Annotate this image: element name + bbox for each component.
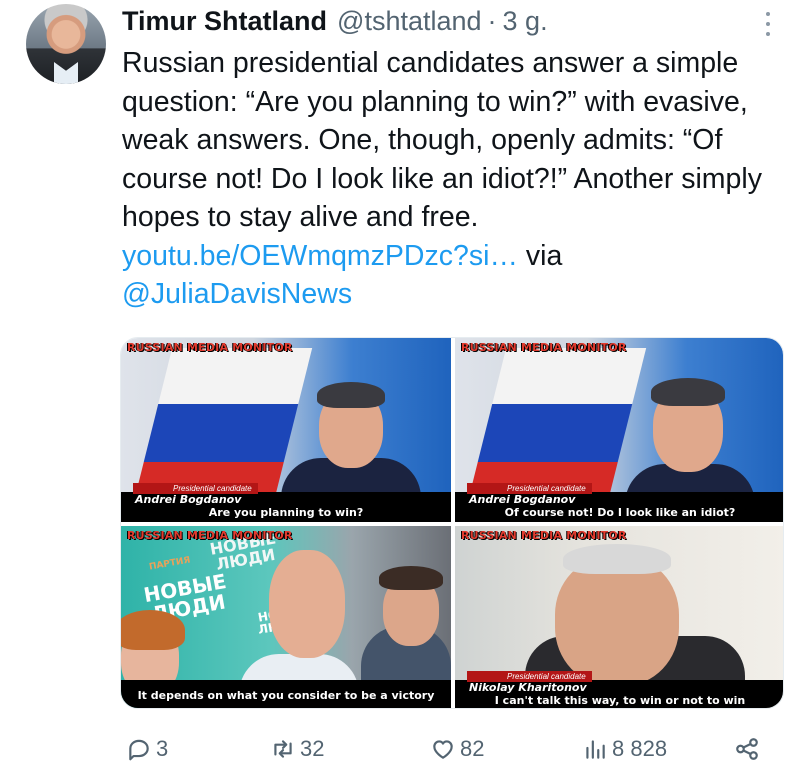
- via-text: via: [517, 239, 563, 272]
- party-sign-label-text: ПАРТИЯ: [148, 555, 192, 573]
- views-icon: [586, 740, 605, 759]
- watermark: RUSSIAN MEDIA MONITOR: [461, 341, 627, 354]
- watermark: RUSSIAN MEDIA MONITOR: [461, 529, 627, 542]
- bystander-hair: [379, 566, 443, 590]
- media-grid: RUSSIAN MEDIA MONITOR Presidential candi…: [120, 337, 784, 709]
- like-button[interactable]: 82: [430, 734, 484, 764]
- tweet-text: Russian presidential candidates answer a…: [122, 44, 782, 314]
- more-icon[interactable]: [758, 10, 778, 38]
- media-tile-2[interactable]: RUSSIAN MEDIA MONITOR Presidential candi…: [455, 338, 783, 522]
- mention-link[interactable]: @JuliaDavisNews: [122, 278, 352, 310]
- person-hair: [563, 544, 671, 574]
- author-handle[interactable]: @tshtatland: [337, 6, 482, 37]
- avatar-shirt: [54, 62, 78, 84]
- reply-button[interactable]: 3: [126, 734, 168, 764]
- woman-hair: [121, 610, 185, 650]
- person-face: [555, 556, 679, 686]
- video-subtitle: I can't talk this way, to win or not to …: [494, 694, 746, 707]
- views-count: 8 828: [612, 736, 668, 761]
- media-tile-4[interactable]: RUSSIAN MEDIA MONITOR Presidential candi…: [455, 526, 783, 708]
- candidate-name: Andrei Bogdanov: [469, 493, 576, 506]
- video-subtitle: It depends on what you consider to be a …: [137, 689, 435, 702]
- share-button[interactable]: [734, 734, 760, 764]
- media-tile-3[interactable]: НОВЫЕ ЛЮДИ ПАРТИЯ НОВЫЕ ЛЮДИ НО ЛЮ RUSSI…: [121, 526, 451, 708]
- repost-button[interactable]: 32: [270, 734, 324, 764]
- tweet-time[interactable]: 3 g.: [503, 6, 548, 37]
- person-hair: [651, 378, 725, 406]
- repost-count: 32: [300, 736, 325, 761]
- like-count: 82: [460, 736, 485, 761]
- author-name[interactable]: Timur Shtatland: [122, 6, 327, 37]
- watermark: RUSSIAN MEDIA MONITOR: [127, 341, 293, 354]
- reply-icon: [129, 739, 149, 761]
- repost-icon: [274, 740, 292, 758]
- youtube-link[interactable]: youtu.be/OEWmqmzPDzc?si…: [122, 240, 518, 272]
- reply-count: 3: [156, 736, 169, 761]
- candidate-name: Nikolay Kharitonov: [469, 681, 587, 694]
- media-tile-1[interactable]: RUSSIAN MEDIA MONITOR Presidential candi…: [121, 338, 451, 522]
- person-hair: [317, 382, 385, 408]
- views-button[interactable]: 8 828: [582, 734, 667, 764]
- party-sign-label: ПАРТИЯ: [148, 555, 192, 573]
- video-subtitle: Of course not! Do I look like an idiot?: [504, 506, 736, 519]
- like-icon: [433, 740, 453, 759]
- man-face: [269, 550, 345, 658]
- header-separator: ·: [487, 6, 497, 36]
- video-subtitle: Are you planning to win?: [208, 506, 364, 519]
- watermark: RUSSIAN MEDIA MONITOR: [127, 529, 293, 542]
- share-icon: [736, 738, 758, 760]
- candidate-name: Andrei Bogdanov: [135, 493, 242, 506]
- action-bar: 3 32 82 8 828: [120, 734, 784, 764]
- tweet-body: Russian presidential candidates answer a…: [122, 47, 762, 233]
- tweet-header: Timur Shtatland @tshtatland · 3 g.: [122, 6, 548, 42]
- author-avatar[interactable]: [26, 4, 106, 84]
